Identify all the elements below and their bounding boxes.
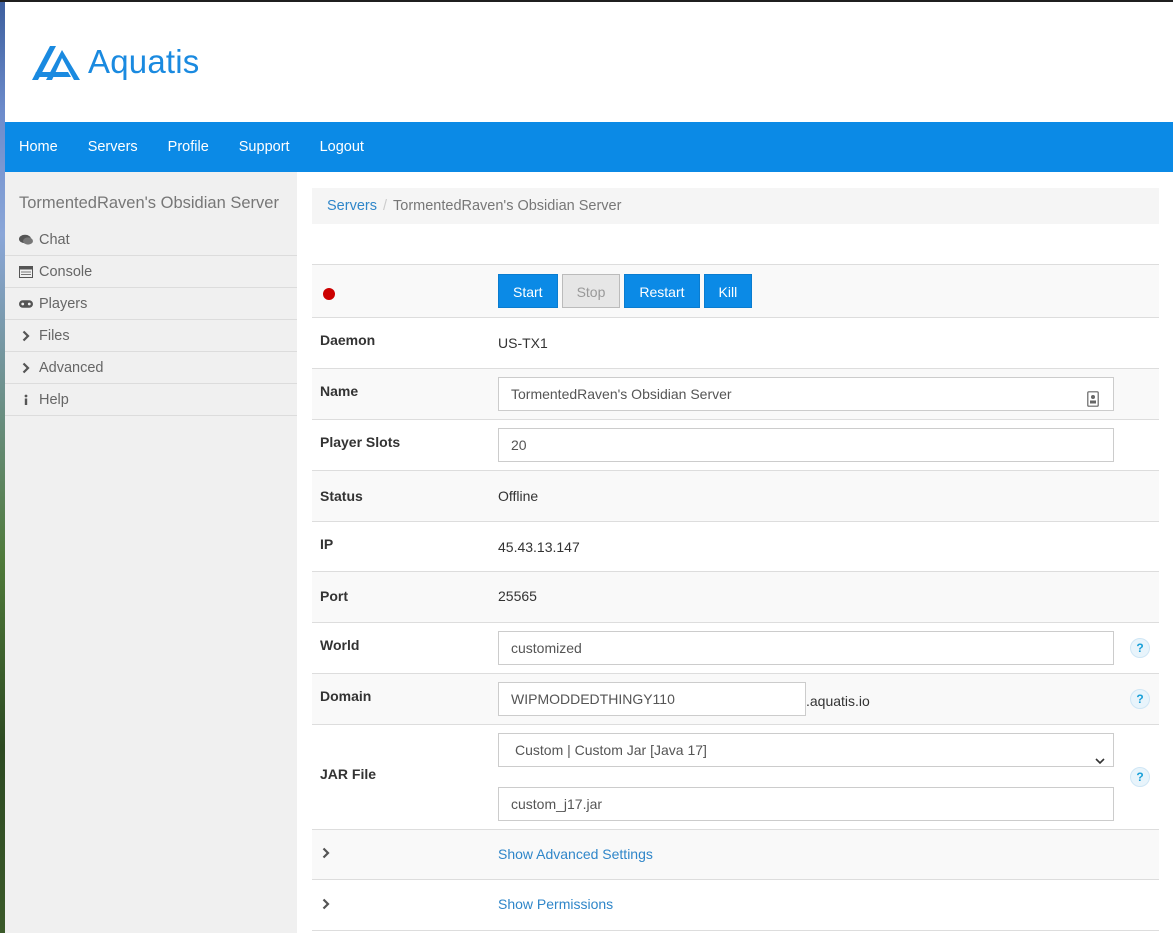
sidebar-title: TormentedRaven's Obsidian Server: [19, 194, 279, 212]
name-label: Name: [320, 383, 359, 399]
sidebar-item-label: Console: [39, 263, 93, 280]
gamepad-icon: [19, 299, 33, 309]
server-name-input[interactable]: TormentedRaven's Obsidian Server: [498, 377, 1114, 411]
sidebar-item-label: Chat: [39, 231, 70, 248]
show-advanced-settings-link[interactable]: Show Advanced Settings: [498, 846, 653, 862]
player-slots-value: 20: [511, 437, 527, 453]
player-slots-row: Player Slots 20: [312, 420, 1159, 471]
sidebar-item-label: Advanced: [39, 359, 104, 376]
logo[interactable]: Aquatis: [32, 42, 199, 82]
chevron-right-icon: [19, 330, 33, 342]
name-row: Name TormentedRaven's Obsidian Server: [312, 369, 1159, 420]
restart-button[interactable]: Restart: [624, 274, 700, 308]
domain-input[interactable]: WIPMODDEDTHINGY110: [498, 682, 806, 716]
nav-support[interactable]: Support: [239, 122, 290, 172]
controls-row: Start Stop Restart Kill: [312, 265, 1159, 318]
jar-file-row: JAR File Custom | Custom Jar [Java 17] c…: [312, 725, 1159, 830]
jar-help-icon[interactable]: ?: [1130, 767, 1150, 787]
sidebar-item-label: Players: [39, 295, 88, 312]
sidebar-item-chat[interactable]: Chat: [5, 224, 297, 256]
daemon-label: Daemon: [320, 332, 376, 348]
ip-row: IP 45.43.13.147: [312, 522, 1159, 572]
sidebar-item-console[interactable]: Console: [5, 256, 297, 288]
world-value: customized: [511, 640, 582, 656]
breadcrumb-servers-link[interactable]: Servers: [327, 198, 377, 214]
jar-file-label: JAR File: [320, 766, 377, 782]
chevron-right-icon: [19, 362, 33, 374]
domain-row: Domain WIPMODDEDTHINGY110 .aquatis.io ?: [312, 674, 1159, 725]
world-input[interactable]: customized: [498, 631, 1114, 665]
chevron-right-icon: [322, 897, 330, 913]
ip-label: IP: [320, 536, 334, 552]
chevron-down-icon: [1095, 744, 1105, 776]
domain-value: WIPMODDEDTHINGY110: [511, 691, 675, 707]
header: Aquatis: [5, 2, 1173, 122]
nav-home[interactable]: Home: [19, 122, 58, 172]
stop-button[interactable]: Stop: [561, 274, 621, 308]
permissions-row[interactable]: Show Permissions: [312, 880, 1159, 931]
nav-profile[interactable]: Profile: [168, 122, 209, 172]
port-label: Port: [320, 588, 348, 604]
sidebar: TormentedRaven's Obsidian Server Chat Co…: [5, 172, 297, 933]
server-name-value: TormentedRaven's Obsidian Server: [511, 386, 732, 402]
daemon-row: Daemon US-TX1: [312, 318, 1159, 369]
nav-servers[interactable]: Servers: [88, 122, 138, 172]
domain-suffix: .aquatis.io: [806, 693, 870, 709]
jar-file-value: custom_j17.jar: [511, 796, 603, 812]
world-help-icon[interactable]: ?: [1130, 638, 1150, 658]
kill-button[interactable]: Kill: [703, 274, 753, 308]
port-row: Port 25565: [312, 572, 1159, 623]
start-button[interactable]: Start: [498, 274, 558, 308]
chevron-right-icon: [322, 846, 330, 862]
jar-type-selected: Custom | Custom Jar [Java 17]: [515, 742, 707, 758]
sidebar-item-files[interactable]: Files: [5, 320, 297, 352]
status-label: Status: [320, 488, 363, 504]
main-content: Servers / TormentedRaven's Obsidian Serv…: [312, 172, 1159, 931]
breadcrumb-current: TormentedRaven's Obsidian Server: [393, 198, 622, 214]
player-slots-label: Player Slots: [320, 434, 401, 450]
domain-help-icon[interactable]: ?: [1130, 689, 1150, 709]
sidebar-item-advanced[interactable]: Advanced: [5, 352, 297, 384]
status-value: Offline: [498, 488, 539, 504]
domain-label: Domain: [320, 688, 372, 704]
server-settings-table: Start Stop Restart Kill Daemon US-TX1 Na…: [312, 264, 1159, 931]
jar-file-input[interactable]: custom_j17.jar: [498, 787, 1114, 821]
show-permissions-link[interactable]: Show Permissions: [498, 896, 613, 912]
chat-icon: [19, 234, 33, 246]
power-controls: Start Stop Restart Kill: [498, 274, 756, 308]
contact-card-icon: [1087, 386, 1099, 418]
daemon-value: US-TX1: [498, 335, 548, 351]
breadcrumb: Servers / TormentedRaven's Obsidian Serv…: [312, 188, 1159, 224]
info-icon: [19, 394, 33, 406]
main-nav: Home Servers Profile Support Logout: [5, 122, 1173, 172]
sidebar-item-label: Files: [39, 327, 70, 344]
world-label: World: [320, 637, 360, 653]
brand-name: Aquatis: [88, 43, 200, 80]
status-row: Status Offline: [312, 471, 1159, 522]
sidebar-item-players[interactable]: Players: [5, 288, 297, 320]
advanced-settings-row[interactable]: Show Advanced Settings: [312, 830, 1159, 880]
nav-logout[interactable]: Logout: [320, 122, 364, 172]
ip-value: 45.43.13.147: [498, 539, 580, 555]
player-slots-input[interactable]: 20: [498, 428, 1114, 462]
port-value: 25565: [498, 588, 537, 604]
aquatis-logo-icon: [32, 46, 80, 80]
console-icon: [19, 265, 33, 278]
breadcrumb-separator: /: [382, 198, 387, 214]
jar-type-select[interactable]: Custom | Custom Jar [Java 17]: [498, 733, 1114, 767]
world-row: World customized ?: [312, 623, 1159, 674]
sidebar-item-help[interactable]: Help: [5, 384, 297, 416]
status-indicator-dot: [323, 288, 335, 300]
sidebar-item-label: Help: [39, 391, 69, 408]
